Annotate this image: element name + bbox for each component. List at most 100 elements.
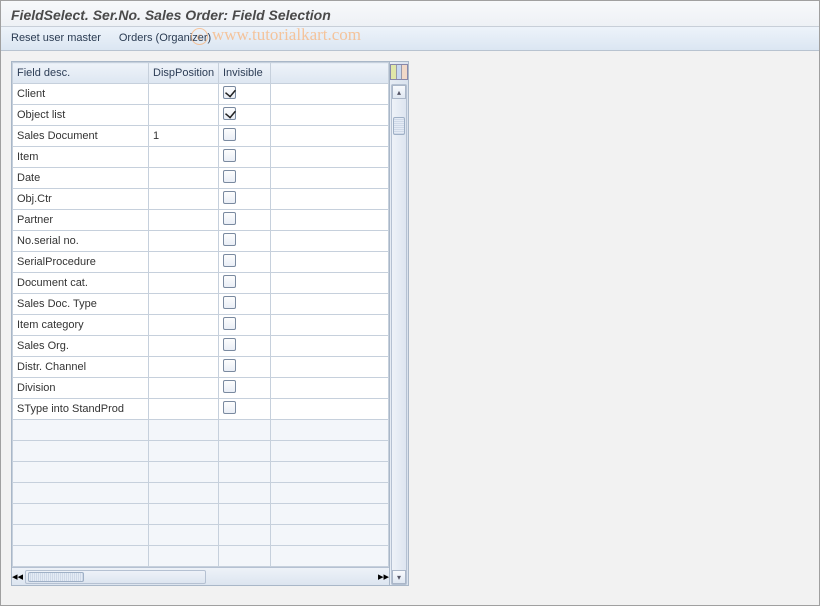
table-row[interactable]: SerialProcedure xyxy=(13,252,389,273)
invisible-checkbox[interactable] xyxy=(223,233,236,246)
cell-invisible[interactable] xyxy=(219,147,271,168)
cell-field-desc[interactable]: Sales Org. xyxy=(13,336,149,357)
cell-field-desc[interactable]: Item xyxy=(13,147,149,168)
cell-invisible[interactable] xyxy=(219,105,271,126)
cell-disp-position[interactable] xyxy=(149,378,219,399)
cell-field-desc[interactable]: SerialProcedure xyxy=(13,252,149,273)
table-row[interactable]: No.serial no. xyxy=(13,231,389,252)
cell-disp-position[interactable] xyxy=(149,252,219,273)
invisible-checkbox[interactable] xyxy=(223,254,236,267)
col-header-field-desc[interactable]: Field desc. xyxy=(13,63,149,84)
cell-disp-position[interactable] xyxy=(149,357,219,378)
orders-organizer-button[interactable]: Orders (Organizer) xyxy=(119,32,211,44)
cell-spacer xyxy=(271,357,389,378)
table-row[interactable]: Division xyxy=(13,378,389,399)
vscroll-thumb[interactable] xyxy=(393,117,405,135)
invisible-checkbox[interactable] xyxy=(223,170,236,183)
cell-invisible[interactable] xyxy=(219,378,271,399)
cell-field-desc[interactable]: Client xyxy=(13,84,149,105)
cell-field-desc[interactable]: Sales Document xyxy=(13,126,149,147)
table-row[interactable]: Date xyxy=(13,168,389,189)
cell-invisible[interactable] xyxy=(219,210,271,231)
table-row[interactable]: Distr. Channel xyxy=(13,357,389,378)
reset-user-master-button[interactable]: Reset user master xyxy=(11,32,101,44)
cell-invisible[interactable] xyxy=(219,357,271,378)
table-row[interactable]: Object list xyxy=(13,105,389,126)
cell-field-desc[interactable]: Distr. Channel xyxy=(13,357,149,378)
invisible-checkbox[interactable] xyxy=(223,128,236,141)
cell-disp-position[interactable] xyxy=(149,336,219,357)
invisible-checkbox[interactable] xyxy=(223,86,236,99)
invisible-checkbox[interactable] xyxy=(223,107,236,120)
hscroll-thumb[interactable] xyxy=(28,572,84,582)
invisible-checkbox[interactable] xyxy=(223,317,236,330)
table-row[interactable]: Partner xyxy=(13,210,389,231)
cell-field-desc[interactable]: Partner xyxy=(13,210,149,231)
cell-disp-position[interactable] xyxy=(149,84,219,105)
cell-invisible[interactable] xyxy=(219,252,271,273)
cell-field-desc[interactable]: Division xyxy=(13,378,149,399)
scroll-down-icon[interactable]: ▾ xyxy=(392,570,406,584)
cell-field-desc[interactable]: Item category xyxy=(13,315,149,336)
cell-invisible[interactable] xyxy=(219,126,271,147)
cell-invisible[interactable] xyxy=(219,315,271,336)
table-row[interactable]: Item category xyxy=(13,315,389,336)
invisible-checkbox[interactable] xyxy=(223,401,236,414)
scroll-up-icon[interactable]: ▴ xyxy=(392,85,406,99)
invisible-checkbox[interactable] xyxy=(223,296,236,309)
cell-disp-position[interactable]: 1 xyxy=(149,126,219,147)
col-header-invisible[interactable]: Invisible xyxy=(219,63,271,84)
invisible-checkbox[interactable] xyxy=(223,380,236,393)
table-row[interactable]: Sales Org. xyxy=(13,336,389,357)
invisible-checkbox[interactable] xyxy=(223,275,236,288)
invisible-checkbox[interactable] xyxy=(223,191,236,204)
cell-disp-position[interactable] xyxy=(149,231,219,252)
cell-disp-position[interactable] xyxy=(149,168,219,189)
scroll-left-icon[interactable]: ◂ xyxy=(18,570,24,584)
invisible-checkbox[interactable] xyxy=(223,149,236,162)
cell-field-desc[interactable]: No.serial no. xyxy=(13,231,149,252)
cell-field-desc[interactable]: Date xyxy=(13,168,149,189)
cell-field-desc[interactable]: Obj.Ctr xyxy=(13,189,149,210)
cell-disp-position[interactable] xyxy=(149,105,219,126)
col-header-spacer xyxy=(271,63,389,84)
cell-invisible[interactable] xyxy=(219,231,271,252)
table-row[interactable]: Client xyxy=(13,84,389,105)
cell-disp-position[interactable] xyxy=(149,315,219,336)
table-row[interactable]: Sales Doc. Type xyxy=(13,294,389,315)
cell-invisible[interactable] xyxy=(219,336,271,357)
table-row-empty: . xyxy=(13,483,389,504)
table-row[interactable]: Document cat. xyxy=(13,273,389,294)
cell-disp-position[interactable] xyxy=(149,273,219,294)
invisible-checkbox[interactable] xyxy=(223,359,236,372)
cell-disp-position[interactable] xyxy=(149,189,219,210)
invisible-checkbox[interactable] xyxy=(223,212,236,225)
cell-invisible[interactable] xyxy=(219,168,271,189)
cell-disp-position[interactable] xyxy=(149,294,219,315)
cell-disp-position[interactable] xyxy=(149,147,219,168)
cell-field-desc[interactable]: Document cat. xyxy=(13,273,149,294)
cell-field-desc[interactable]: Object list xyxy=(13,105,149,126)
table-row-empty: . xyxy=(13,462,389,483)
table-row[interactable]: Obj.Ctr xyxy=(13,189,389,210)
table-row[interactable]: Sales Document1 xyxy=(13,126,389,147)
invisible-checkbox[interactable] xyxy=(223,338,236,351)
cell-field-desc[interactable]: Sales Doc. Type xyxy=(13,294,149,315)
cell-invisible[interactable] xyxy=(219,399,271,420)
vertical-scrollbar[interactable]: ▴ ▾ xyxy=(391,84,407,585)
cell-disp-position[interactable] xyxy=(149,399,219,420)
cell-invisible[interactable] xyxy=(219,189,271,210)
cell-spacer xyxy=(271,336,389,357)
cell-invisible[interactable] xyxy=(219,84,271,105)
cell-invisible[interactable] xyxy=(219,273,271,294)
horizontal-scrollbar[interactable]: ◂ ◂ ▸ ▸ xyxy=(12,567,389,585)
table-row[interactable]: SType into StandProd xyxy=(13,399,389,420)
cell-disp-position[interactable] xyxy=(149,210,219,231)
table-row[interactable]: Item xyxy=(13,147,389,168)
vscroll-track[interactable] xyxy=(392,99,406,570)
table-settings-icon[interactable] xyxy=(390,64,408,80)
cell-invisible[interactable] xyxy=(219,294,271,315)
cell-field-desc[interactable]: SType into StandProd xyxy=(13,399,149,420)
hscroll-track[interactable] xyxy=(25,570,206,584)
col-header-disp-position[interactable]: DispPosition xyxy=(149,63,219,84)
